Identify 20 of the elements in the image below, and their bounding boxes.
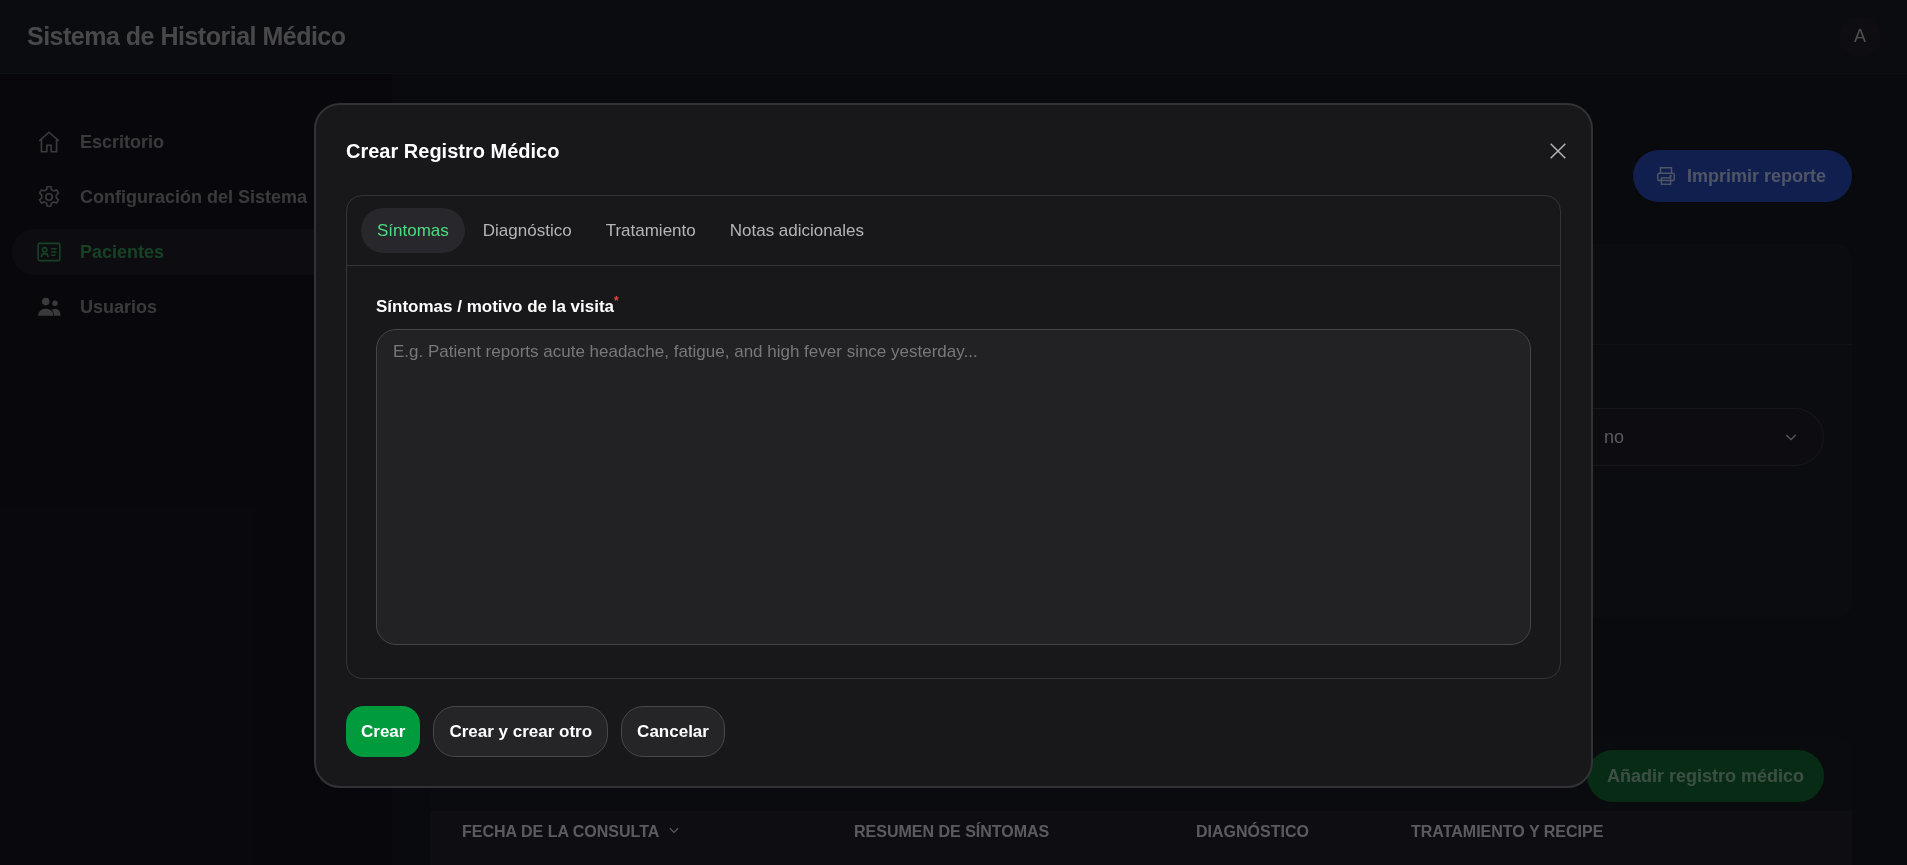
tab[interactable]: Síntomas [361,208,465,253]
field-label: Síntomas / motivo de la visita$^{*}$ [376,294,619,317]
print-report-button[interactable]: Imprimir reporte [1632,150,1852,202]
tab[interactable]: Tratamiento [589,208,712,253]
modal-title: Crear Registro Médico [346,139,560,163]
close-icon[interactable] [1547,140,1569,162]
tab[interactable]: Diagnóstico [466,208,588,253]
symptoms-textarea[interactable]: E.g. Patient reports acute headache, fatigue, and high fever since yesterday... [376,328,1531,645]
create-button[interactable]: Crear [346,706,421,757]
action-button[interactable]: Crear y crear otro [433,706,609,757]
printer-icon [1654,165,1677,187]
column-header: RESUMEN DE SÍNTOMAS [854,823,1051,842]
app-title: Sistema de Historial Médico [27,22,346,51]
column-header: TRATAMIENTO Y RECIPE [1411,823,1605,842]
column-header: DIAGNÓSTICO [1196,823,1310,842]
home-icon [36,129,62,155]
action-button[interactable]: Cancelar [621,706,725,757]
tab[interactable]: Notas adicionales [713,208,880,253]
gear-icon [36,184,62,210]
column-header[interactable]: FECHA DE LA CONSULTA [462,823,854,865]
